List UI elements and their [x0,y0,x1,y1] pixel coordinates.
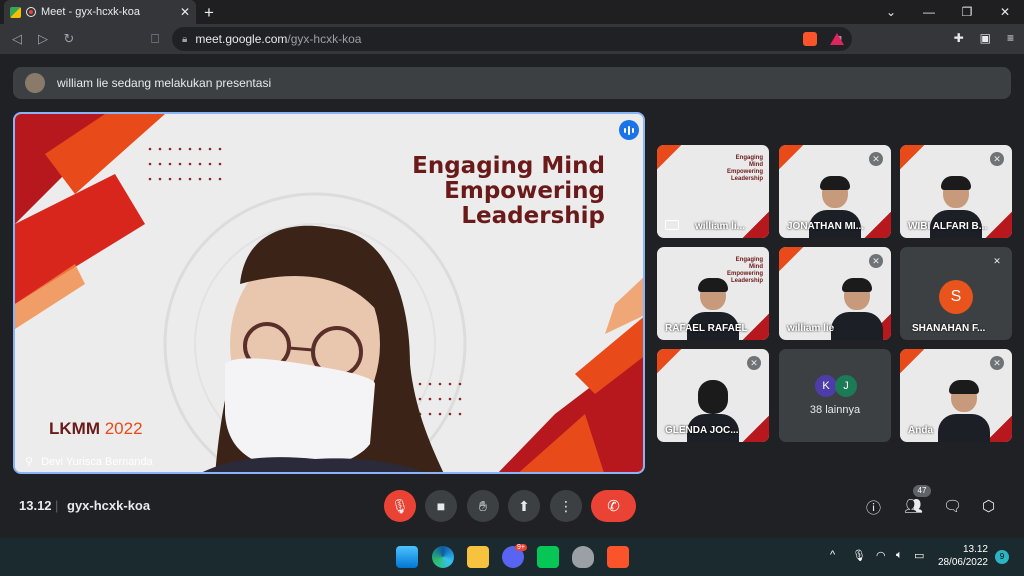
raise-hand-button[interactable]: ✋︎ [467,490,499,522]
end-call-button[interactable]: ✆ [591,490,636,522]
self-tile[interactable]: ✕ Anda [900,349,1012,442]
battery-icon[interactable]: ▭ [914,549,924,562]
participant-name: william lie [787,323,835,334]
brave-shields-icon[interactable] [803,32,817,46]
line-icon[interactable] [537,546,559,568]
new-tab-button[interactable]: + [204,3,214,23]
presenter-avatar [25,73,45,93]
mic-off-icon: ✕ [993,256,1001,266]
mic-off-icon: ✕ [990,356,1004,370]
participant-name: RAFAEL RAFAEL [665,323,748,334]
recording-icon [26,7,36,17]
mic-off-icon: ✕ [869,254,883,268]
more-participants-tile[interactable]: K J 38 lainnya [779,349,891,442]
hang-up-icon: ✆ [607,498,620,515]
main-stage[interactable]: Engaging Mind Empowering Leadership LKMM… [13,112,645,474]
participant-tile[interactable]: ✕ JONATHAN MI... [779,145,891,238]
menu-icon[interactable]: ≡ [1007,31,1014,45]
activities-button[interactable]: ⬡ [982,497,995,515]
mini-slide-title: Engaging Mind Empowering Leadership [726,155,763,182]
present-icon: ⬆ [518,497,530,514]
presenter-name-tag: ⚲ Devi Yurisca Bernanda [25,455,153,469]
tab-meet[interactable]: Meet - gyx-hcxk-koa ✕ [4,0,196,24]
participant-tile[interactable]: ✕ GLENDA JOC... [657,349,769,442]
people-button[interactable]: 👥︎ [904,497,923,515]
camera-toggle-button[interactable]: ■ [425,490,457,522]
presentation-banner: william lie sedang melakukan presentasi [13,67,1011,99]
meet-favicon-icon [10,6,21,18]
slide-title: Engaging Mind Empowering Leadership [412,153,605,229]
avatar: K [815,375,837,397]
screen-share-icon [665,220,679,230]
participant-name: JONATHAN MI... [787,221,865,232]
more-vert-icon: ⋮ [559,497,573,514]
reload-icon[interactable]: ↻ [56,31,82,47]
meeting-details-button[interactable]: ⓘ [866,497,881,518]
meeting-code: gyx-hcxk-koa [67,498,151,513]
chat-button[interactable]: 🗨︎ [943,497,962,515]
browser-toolbar: ◁ ▷ ↻ ⎕ 🔒︎ meet.google.com/gyx-hcxk-koa … [0,24,1024,54]
pin-icon[interactable]: ⚲ [25,455,33,468]
extensions-icon[interactable]: ✚ [954,31,964,45]
mic-off-icon: 🎙︎ [391,497,409,514]
file-explorer-icon[interactable] [467,546,489,568]
mic-off-icon: ✕ [990,152,1004,166]
close-window-icon[interactable]: ✕ [986,5,1024,19]
security-shield-icon[interactable] [572,546,594,568]
present-screen-button[interactable]: ⬆ [508,490,540,522]
minimize-icon[interactable]: — [910,5,948,19]
lock-icon[interactable]: 🔒︎ [182,34,187,45]
participant-tile[interactable]: ✕ WIBI ALFARI B... [900,145,1012,238]
more-options-button[interactable]: ⋮ [550,490,582,522]
bookmark-icon[interactable]: ⎕ [142,31,168,47]
wifi-icon[interactable]: ◠ [876,549,886,562]
discord-badge: 9+ [515,544,527,551]
brave-rewards-icon[interactable] [830,33,844,45]
participant-name: WIBI ALFARI B... [908,221,988,232]
participant-tile[interactable]: Engaging Mind Empowering Leadership will… [657,145,769,238]
browser-extensions: ✚ ▣ ≡ [954,31,1014,45]
participant-name: GLENDA JOC... [665,425,739,436]
microphone-tray-icon[interactable]: 🎙︎ [852,549,866,562]
camera-icon: ■ [436,498,446,514]
mic-off-icon: ✕ [869,152,883,166]
participant-tile[interactable]: ✕ william lie [779,247,891,340]
avatar: S [939,280,973,314]
edge-icon[interactable] [432,546,454,568]
speaking-indicator-icon [619,120,639,140]
participant-name: william li... [695,221,746,232]
notification-badge[interactable]: 9 [995,550,1009,564]
system-clock[interactable]: 13.12 28/06/2022 [938,543,988,569]
forward-icon[interactable]: ▷ [30,31,56,47]
avatar: J [835,375,857,397]
meeting-time: 13.12 [19,498,52,513]
volume-icon[interactable]: 🔈︎ [896,549,903,562]
window-controls: ⌄ — ❐ ✕ [872,0,1024,24]
restore-icon[interactable]: ❐ [948,5,986,19]
banner-text: william lie sedang melakukan presentasi [57,76,272,90]
tab-title: Meet - gyx-hcxk-koa [41,6,141,18]
participant-tile[interactable]: ✕ S SHANAHAN F... [900,247,1012,340]
participant-name: SHANAHAN F... [912,323,986,334]
brave-browser-icon[interactable] [607,546,629,568]
hand-icon: ✋︎ [479,497,487,514]
participant-avatars: K J [815,375,857,397]
divider: | [55,498,59,513]
browser-tab-bar: Meet - gyx-hcxk-koa ✕ + ⌄ — ❐ ✕ [0,0,1024,24]
url-text: meet.google.com/gyx-hcxk-koa [195,32,362,46]
wallet-icon[interactable]: ▣ [980,31,991,45]
slide-event-label: LKMM 2022 [49,419,143,438]
tab-search-icon[interactable]: ⌄ [872,5,910,19]
tab-close-icon[interactable]: ✕ [180,5,190,19]
participants-count-badge: 47 [913,485,931,497]
more-participants-label: 38 lainnya [809,404,861,416]
show-hidden-icons-icon[interactable]: ^ [830,549,835,561]
mic-off-icon: ✕ [747,356,761,370]
participant-name: Anda [908,425,933,436]
address-bar[interactable]: 🔒︎ meet.google.com/gyx-hcxk-koa ■ [172,27,852,51]
participant-tile[interactable]: Engaging Mind Empowering Leadership RAFA… [657,247,769,340]
microphone-toggle-button[interactable]: 🎙︎ [384,490,416,522]
windows-start-icon[interactable] [396,546,418,568]
back-icon[interactable]: ◁ [4,31,30,47]
